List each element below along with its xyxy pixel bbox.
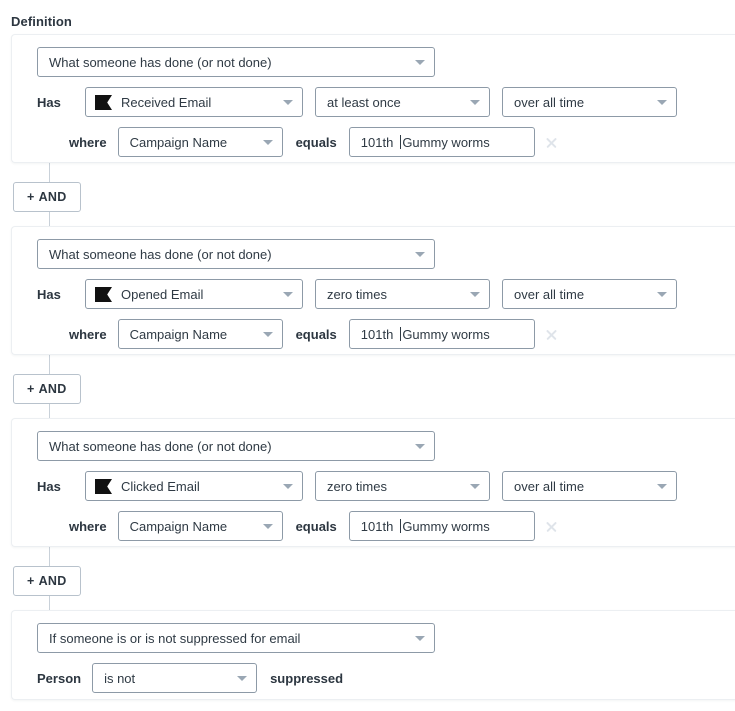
chevron-down-icon [415,60,425,65]
close-icon[interactable] [544,519,559,534]
chevron-down-icon [657,100,667,105]
plus-icon: + [27,574,35,588]
value-input-1[interactable]: 101th Gummy worms [348,127,535,157]
property-select-2-value: Campaign Name [129,326,228,342]
metric-select-2-value: Opened Email [121,286,204,302]
property-select-2[interactable]: Campaign Name [117,319,283,349]
plus-icon: + [27,190,35,204]
connector-line-3a [49,547,50,566]
page-title: Definition [11,14,72,29]
frequency-select-3[interactable]: zero times [315,471,490,501]
plus-icon: + [27,382,35,396]
metric-select-1-value: Received Email [121,94,212,110]
value-input-2[interactable]: 101th Gummy worms [348,319,535,349]
timeframe-select-3[interactable]: over all time [502,471,677,501]
flag-icon [95,286,112,302]
trigger-select-2[interactable]: What someone has done (or not done) [37,239,435,269]
where-label-2: where [69,326,107,342]
timeframe-select-3-value: over all time [514,478,585,494]
flag-icon [95,478,112,494]
has-label-3: Has [37,478,61,494]
condition-card-3: What someone has done (or not done) Has … [11,418,735,547]
frequency-select-1-value: at least once [327,94,401,110]
has-label-2: Has [37,286,61,302]
condition-card-4: If someone is or is not suppressed for e… [11,610,735,700]
chevron-down-icon [283,100,293,105]
add-and-button-3[interactable]: + AND [13,566,81,596]
value-input-3-prefix: 101th [360,518,394,534]
value-input-3-suffix: Gummy worms [402,518,490,534]
metric-select-1[interactable]: Received Email [85,87,303,117]
property-select-1-value: Campaign Name [129,134,228,150]
condition-card-2: What someone has done (or not done) Has … [11,226,735,355]
chevron-down-icon [470,100,480,105]
metric-select-3[interactable]: Clicked Email [85,471,303,501]
has-label-1: Has [37,94,61,110]
add-and-button-1[interactable]: + AND [13,182,81,212]
metric-select-3-value: Clicked Email [121,478,200,494]
frequency-select-2-value: zero times [327,286,387,302]
close-icon[interactable] [544,135,559,150]
connector-line-2a [49,355,50,374]
timeframe-select-2[interactable]: over all time [502,279,677,309]
frequency-select-1[interactable]: at least once [315,87,490,117]
value-input-1-prefix: 101th [360,134,394,150]
property-select-3-value: Campaign Name [129,518,228,534]
operator-label-2: equals [295,326,337,342]
chevron-down-icon [283,484,293,489]
definition-builder: Definition What someone has done (or not… [0,0,735,711]
chevron-down-icon [470,292,480,297]
property-select-3[interactable]: Campaign Name [117,511,283,541]
text-cursor [400,135,402,149]
value-input-2-suffix: Gummy worms [402,326,490,342]
chevron-down-icon [415,252,425,257]
operator-label-3: equals [295,518,337,534]
flag-icon [95,94,112,110]
chevron-down-icon [415,636,425,641]
suppression-state-select[interactable]: is not [92,663,258,693]
chevron-down-icon [262,524,273,529]
trigger-select-4[interactable]: If someone is or is not suppressed for e… [37,623,435,653]
close-icon[interactable] [544,327,559,342]
trigger-select-3-value: What someone has done (or not done) [49,438,272,454]
text-cursor [400,519,402,533]
trigger-select-4-value: If someone is or is not suppressed for e… [49,630,301,646]
value-input-3[interactable]: 101th Gummy worms [348,511,535,541]
suppression-state-value: is not [104,670,136,686]
timeframe-select-2-value: over all time [514,286,585,302]
trigger-select-1-value: What someone has done (or not done) [49,54,272,70]
add-and-button-2[interactable]: + AND [13,374,81,404]
trigger-select-1[interactable]: What someone has done (or not done) [37,47,435,77]
frequency-select-3-value: zero times [327,478,387,494]
connector-line-1a [49,163,50,182]
text-cursor [400,327,402,341]
value-input-2-prefix: 101th [360,326,394,342]
frequency-select-2[interactable]: zero times [315,279,490,309]
trigger-select-3[interactable]: What someone has done (or not done) [37,431,435,461]
trigger-select-2-value: What someone has done (or not done) [49,246,272,262]
value-input-1-suffix: Gummy worms [402,134,490,150]
person-label: Person [37,670,82,686]
chevron-down-icon [262,332,273,337]
chevron-down-icon [657,484,667,489]
add-and-button-3-label: AND [38,574,67,588]
operator-label-1: equals [295,134,337,150]
chevron-down-icon [237,676,248,681]
where-label-1: where [69,134,107,150]
add-and-button-1-label: AND [38,190,67,204]
chevron-down-icon [415,444,425,449]
condition-card-1: What someone has done (or not done) Has … [11,34,735,163]
chevron-down-icon [283,292,293,297]
add-and-button-2-label: AND [38,382,67,396]
chevron-down-icon [262,140,273,145]
chevron-down-icon [657,292,667,297]
timeframe-select-1-value: over all time [514,94,585,110]
chevron-down-icon [470,484,480,489]
suppressed-label: suppressed [270,670,344,686]
timeframe-select-1[interactable]: over all time [502,87,677,117]
metric-select-2[interactable]: Opened Email [85,279,303,309]
property-select-1[interactable]: Campaign Name [117,127,283,157]
where-label-3: where [69,518,107,534]
